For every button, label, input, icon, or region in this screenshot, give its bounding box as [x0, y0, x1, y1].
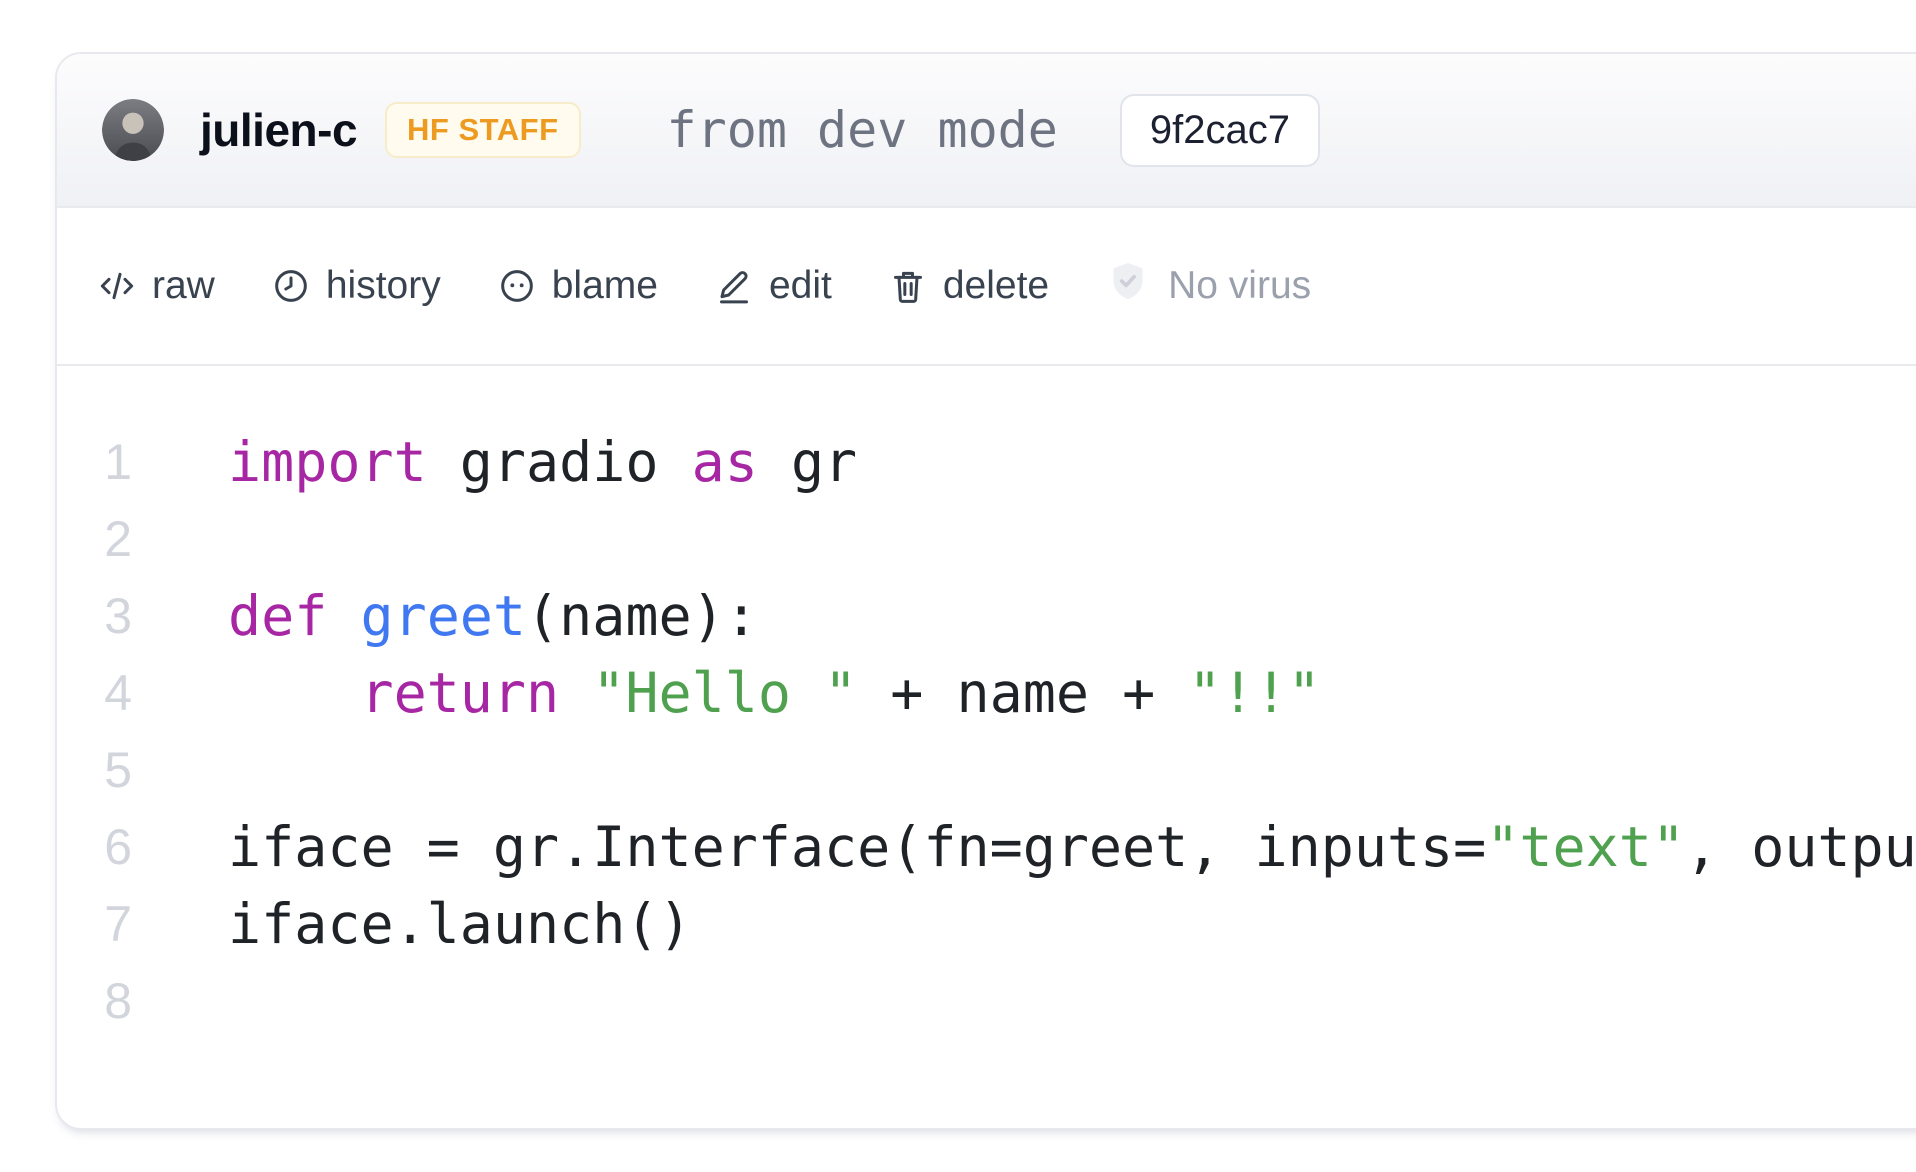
line-number[interactable]: 2: [57, 501, 132, 578]
line-number[interactable]: 7: [57, 886, 132, 963]
code-line: 3 def greet(name):: [57, 578, 1916, 655]
line-number[interactable]: 8: [57, 963, 132, 1040]
line-number[interactable]: 3: [57, 578, 132, 655]
trash-icon: [888, 266, 928, 306]
code-text: iface = gr.Interface(fn=greet, inputs="t…: [228, 809, 1916, 886]
commit-header: julien-c HF STAFF from dev mode 9f2cac7: [57, 54, 1916, 208]
code-block: 1 import gradio as gr 23 def greet(name):4 …: [57, 366, 1916, 1040]
history-button[interactable]: history: [271, 264, 441, 308]
no-virus-label: No virus: [1168, 264, 1311, 308]
code-line: 7 iface.launch(): [57, 886, 1916, 963]
code-text: iface.launch(): [228, 886, 692, 963]
shield-check-icon: [1105, 258, 1151, 314]
code-text: def greet(name):: [228, 578, 758, 655]
commit-hash-button[interactable]: 9f2cac7: [1120, 94, 1320, 167]
clock-icon: [271, 266, 311, 306]
avatar-photo-icon: [102, 99, 164, 161]
code-line: 8: [57, 963, 1916, 1040]
pencil-icon: [714, 266, 754, 306]
line-number[interactable]: 1: [57, 424, 132, 501]
edit-button[interactable]: edit: [714, 264, 832, 308]
delete-label: delete: [943, 264, 1049, 308]
code-text: import gradio as gr: [228, 424, 857, 501]
code-line: 6 iface = gr.Interface(fn=greet, inputs="…: [57, 809, 1916, 886]
code-line: 1 import gradio as gr: [57, 424, 1916, 501]
blame-button[interactable]: blame: [497, 264, 658, 308]
file-toolbar: raw history blame: [57, 208, 1916, 366]
line-number[interactable]: 6: [57, 809, 132, 886]
code-line: 5: [57, 732, 1916, 809]
username[interactable]: julien-c: [200, 103, 357, 157]
blame-label: blame: [552, 264, 658, 308]
raw-label: raw: [152, 264, 215, 308]
face-icon: [497, 266, 537, 306]
file-viewer-card: julien-c HF STAFF from dev mode 9f2cac7 …: [55, 52, 1916, 1130]
user-avatar[interactable]: [102, 99, 164, 161]
delete-button[interactable]: delete: [888, 264, 1049, 308]
code-line: 4 return "Hello " + name + "!!": [57, 655, 1916, 732]
code-text: return "Hello " + name + "!!": [228, 655, 1321, 732]
virus-scan-status[interactable]: No virus: [1105, 258, 1311, 314]
hf-staff-badge: HF STAFF: [385, 102, 581, 158]
line-number[interactable]: 4: [57, 655, 132, 732]
line-number[interactable]: 5: [57, 732, 132, 809]
edit-label: edit: [769, 264, 832, 308]
commit-message[interactable]: from dev mode: [667, 101, 1058, 159]
raw-button[interactable]: raw: [97, 264, 215, 308]
code-line: 2: [57, 501, 1916, 578]
history-label: history: [326, 264, 441, 308]
code-brackets-icon: [97, 266, 137, 306]
